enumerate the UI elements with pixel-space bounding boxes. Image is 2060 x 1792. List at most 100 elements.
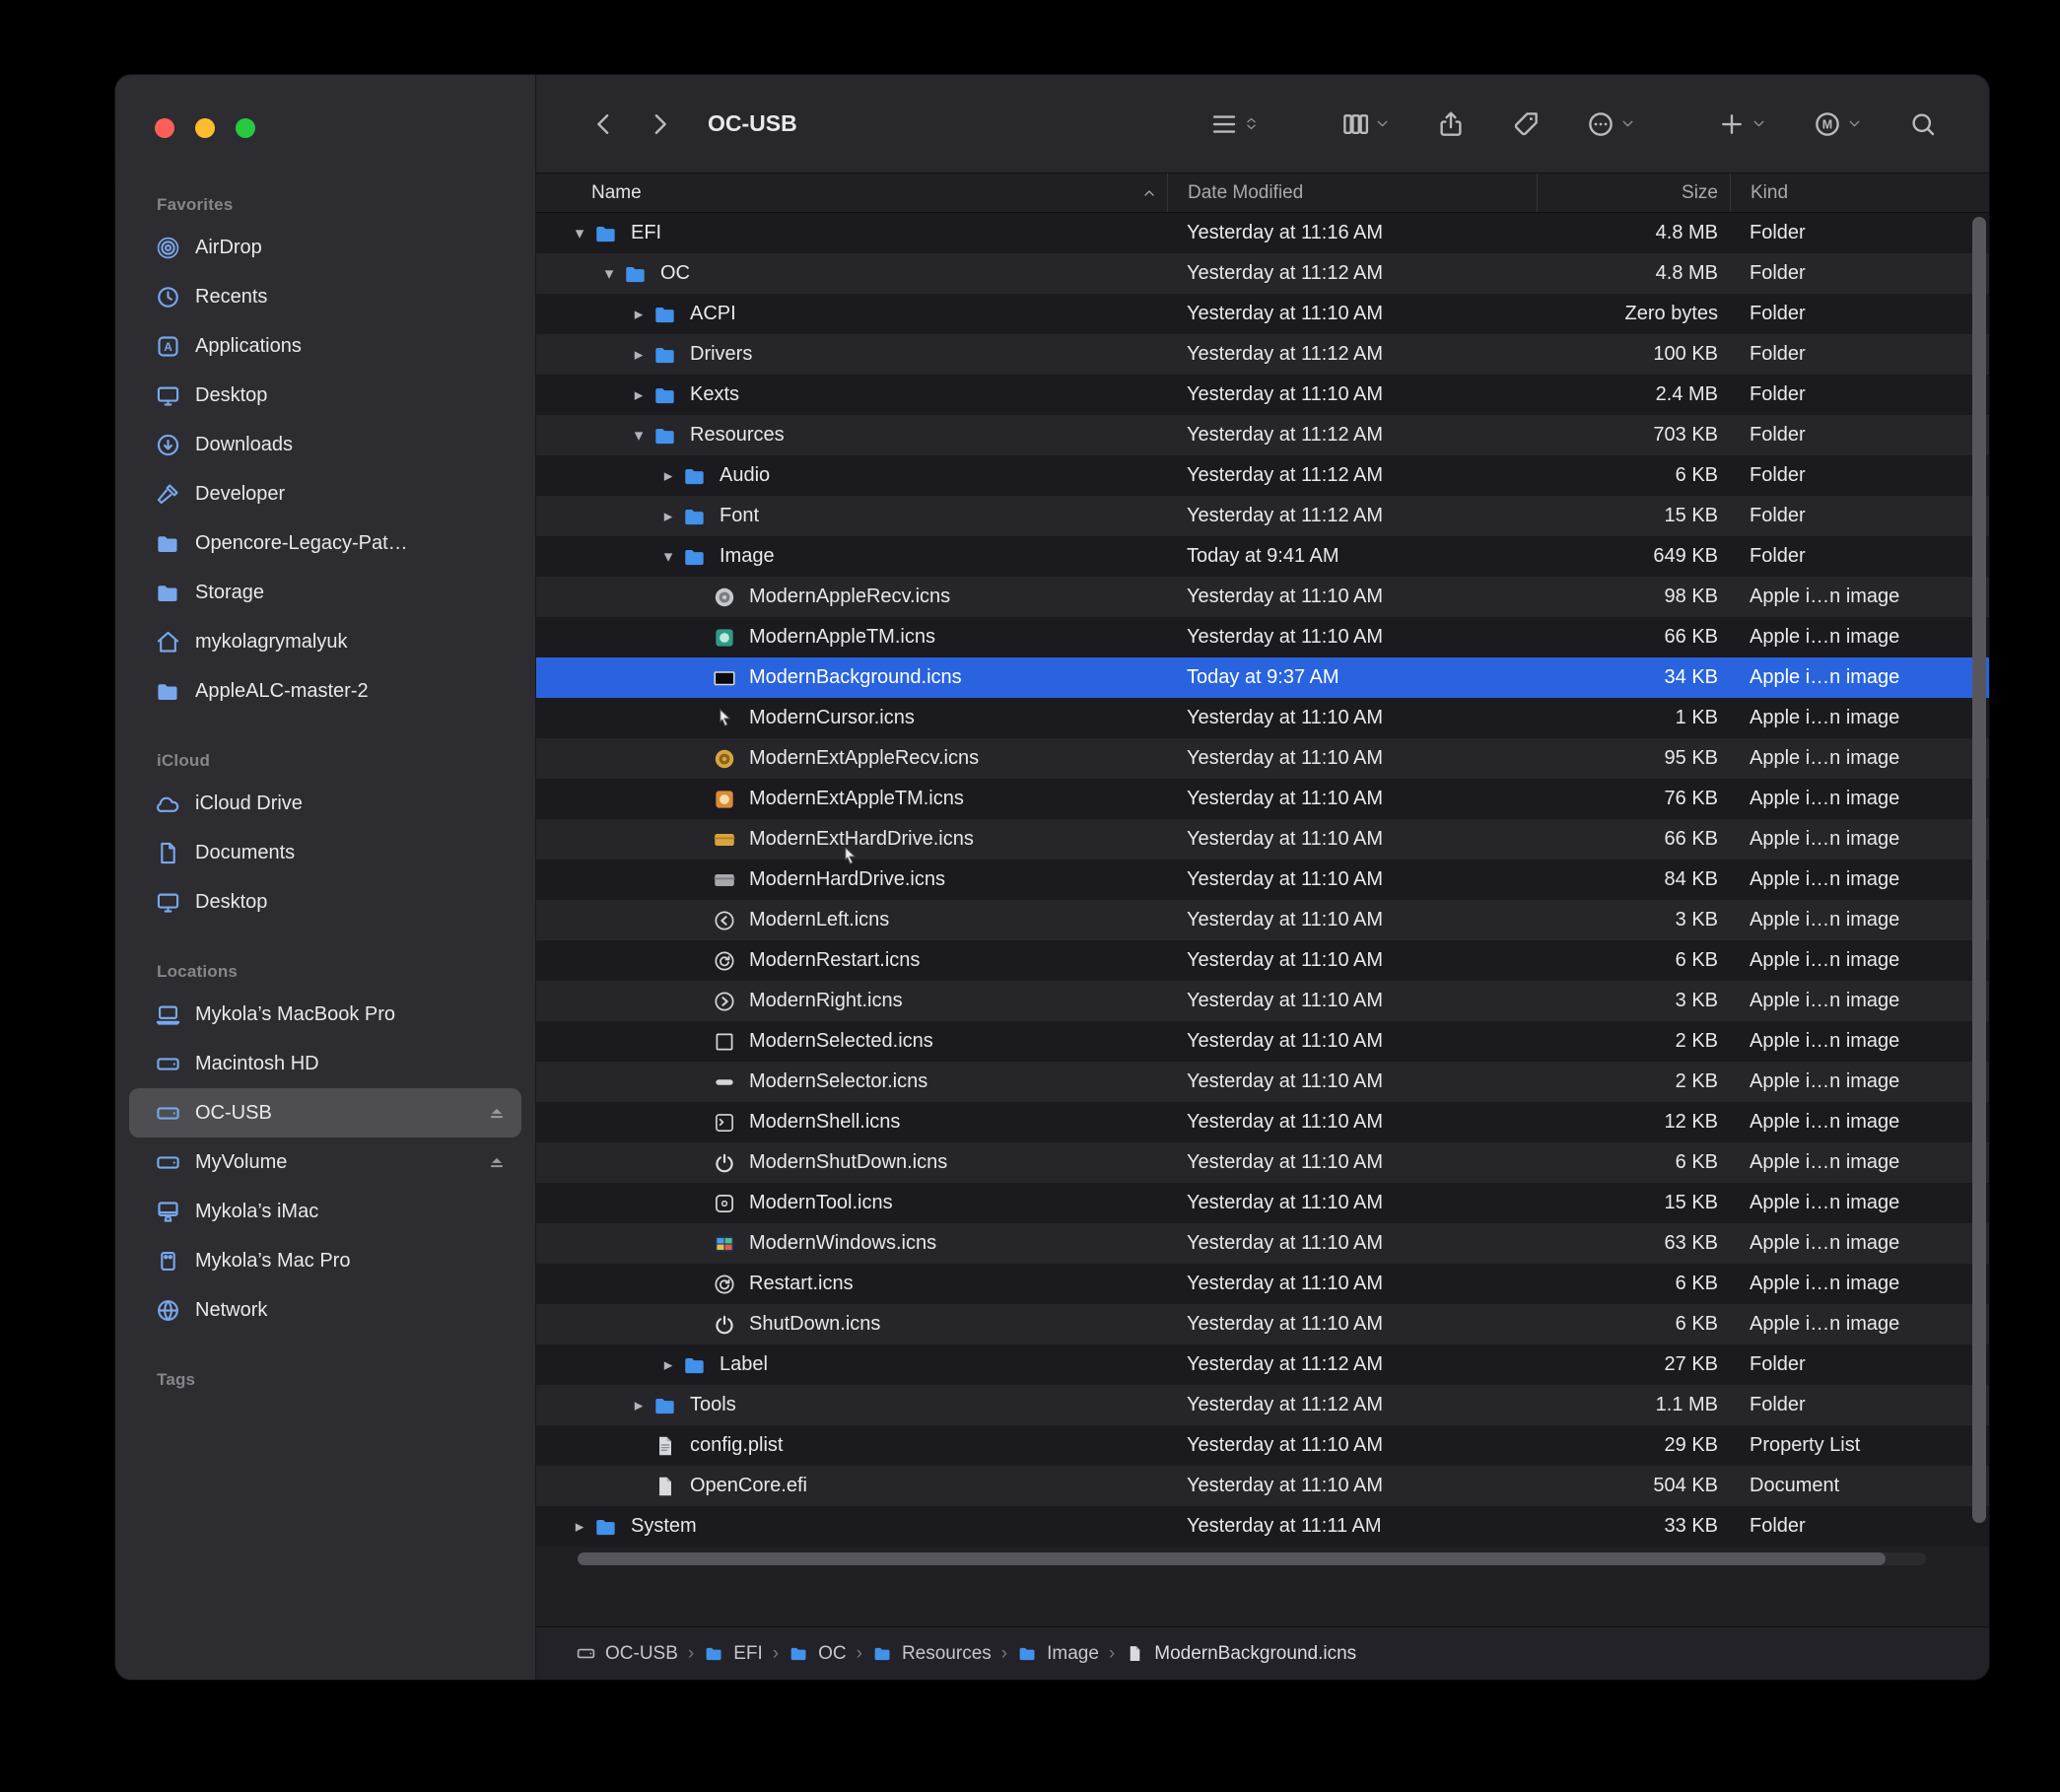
column-header-kind[interactable]: Kind — [1730, 173, 1989, 212]
sidebar-item-myvolume[interactable]: MyVolume — [129, 1137, 521, 1187]
file-row-modernleft-icns[interactable]: ModernLeft.icnsYesterday at 11:10 AM3 KB… — [536, 900, 1989, 940]
path-item-oc-usb[interactable]: OC-USB — [576, 1643, 678, 1665]
path-item-modernbackground-icns[interactable]: ModernBackground.icns — [1125, 1643, 1356, 1665]
file-row-system[interactable]: ▸SystemYesterday at 11:11 AM33 KBFolder — [536, 1506, 1989, 1547]
file-row-modernshutdown-icns[interactable]: ModernShutDown.icnsYesterday at 11:10 AM… — [536, 1142, 1989, 1183]
tags-button[interactable] — [1505, 103, 1546, 145]
file-row-audio[interactable]: ▸AudioYesterday at 11:12 AM6 KBFolder — [536, 455, 1989, 496]
sidebar-item-macintosh-hd[interactable]: Macintosh HD — [129, 1039, 521, 1088]
new-item-button[interactable] — [1711, 103, 1773, 145]
disclosure-triangle[interactable]: ▾ — [654, 547, 682, 567]
vertical-scrollbar[interactable] — [1972, 217, 1986, 1550]
disclosure-triangle[interactable]: ▸ — [625, 385, 652, 405]
disclosure-triangle[interactable]: ▸ — [625, 1396, 652, 1415]
share-button[interactable] — [1430, 103, 1472, 145]
disclosure-triangle[interactable]: ▾ — [566, 224, 593, 243]
column-header-size[interactable]: Size — [1537, 173, 1730, 212]
file-row-modernextharddrive-icns[interactable]: ModernExtHardDrive.icnsYesterday at 11:1… — [536, 819, 1989, 860]
sidebar-item-developer[interactable]: Developer — [129, 469, 521, 518]
file-row-font[interactable]: ▸FontYesterday at 11:12 AM15 KBFolder — [536, 496, 1989, 536]
file-row-shutdown-icns[interactable]: ShutDown.icnsYesterday at 11:10 AM6 KBAp… — [536, 1304, 1989, 1344]
sidebar-item-network[interactable]: Network — [129, 1285, 521, 1335]
close-window-button[interactable] — [155, 118, 174, 138]
file-row-efi[interactable]: ▾EFIYesterday at 11:16 AM4.8 MBFolder — [536, 213, 1989, 253]
forward-button[interactable] — [639, 103, 680, 145]
zoom-window-button[interactable] — [236, 118, 255, 138]
file-row-restart-icns[interactable]: Restart.icnsYesterday at 11:10 AM6 KBApp… — [536, 1264, 1989, 1304]
sidebar-item-mykola-s-mac-pro[interactable]: Mykola’s Mac Pro — [129, 1236, 521, 1285]
file-row-resources[interactable]: ▾ResourcesYesterday at 11:12 AM703 KBFol… — [536, 415, 1989, 455]
disclosure-triangle[interactable]: ▸ — [654, 1355, 682, 1375]
file-row-moderntool-icns[interactable]: ModernTool.icnsYesterday at 11:10 AM15 K… — [536, 1183, 1989, 1223]
sidebar-item-applications[interactable]: AApplications — [129, 321, 521, 371]
disclosure-triangle[interactable]: ▸ — [625, 305, 652, 324]
disclosure-triangle[interactable]: ▸ — [654, 466, 682, 486]
sidebar-item-opencore-legacy-pat[interactable]: Opencore-Legacy-Pat… — [129, 518, 521, 568]
sidebar-section-favorites: FavoritesAirDropRecentsAApplicationsDesk… — [129, 185, 521, 716]
sidebar-item-recents[interactable]: Recents — [129, 272, 521, 321]
sidebar-item-mykola-s-macbook-pro[interactable]: Mykola’s MacBook Pro — [129, 990, 521, 1039]
path-item-resources[interactable]: Resources — [872, 1643, 992, 1665]
vertical-scrollbar-thumb[interactable] — [1972, 217, 1986, 1523]
path-item-efi[interactable]: EFI — [704, 1643, 763, 1665]
path-item-oc[interactable]: OC — [789, 1643, 847, 1665]
file-row-moderncursor-icns[interactable]: ModernCursor.icnsYesterday at 11:10 AM1 … — [536, 698, 1989, 738]
file-row-modernharddrive-icns[interactable]: ModernHardDrive.icnsYesterday at 11:10 A… — [536, 860, 1989, 900]
sidebar-item-downloads[interactable]: Downloads — [129, 420, 521, 469]
sidebar-item-desktop[interactable]: Desktop — [129, 877, 521, 927]
file-row-modernapplerecv-icns[interactable]: ModernAppleRecv.icnsYesterday at 11:10 A… — [536, 577, 1989, 617]
view-mode-button[interactable] — [1203, 103, 1266, 145]
minimize-window-button[interactable] — [195, 118, 215, 138]
sidebar-item-icloud-drive[interactable]: iCloud Drive — [129, 779, 521, 828]
disclosure-triangle[interactable]: ▸ — [654, 507, 682, 526]
file-row-oc[interactable]: ▾OCYesterday at 11:12 AM4.8 MBFolder — [536, 253, 1989, 294]
file-row-image[interactable]: ▾ImageToday at 9:41 AM649 KBFolder — [536, 536, 1989, 577]
sidebar-item-storage[interactable]: Storage — [129, 568, 521, 617]
disclosure-triangle[interactable]: ▾ — [625, 426, 652, 446]
sidebar-item-oc-usb[interactable]: OC-USB — [129, 1088, 521, 1137]
more-actions-button[interactable] — [1580, 103, 1642, 145]
file-row-config-plist[interactable]: config.plistYesterday at 11:10 AM29 KBPr… — [536, 1425, 1989, 1466]
file-row-modernshell-icns[interactable]: ModernShell.icnsYesterday at 11:10 AM12 … — [536, 1102, 1989, 1142]
path-item-image[interactable]: Image — [1017, 1643, 1099, 1665]
sidebar-item-mykolagrymalyuk[interactable]: mykolagrymalyuk — [129, 617, 521, 666]
file-row-modernselected-icns[interactable]: ModernSelected.icnsYesterday at 11:10 AM… — [536, 1021, 1989, 1062]
file-row-modernselector-icns[interactable]: ModernSelector.icnsYesterday at 11:10 AM… — [536, 1062, 1989, 1102]
sidebar-item-mykola-s-imac[interactable]: Mykola’s iMac — [129, 1187, 521, 1236]
file-row-modernrestart-icns[interactable]: ModernRestart.icnsYesterday at 11:10 AM6… — [536, 940, 1989, 981]
sidebar-item-applealc-master-2[interactable]: AppleALC-master-2 — [129, 666, 521, 716]
disclosure-triangle[interactable]: ▸ — [566, 1517, 593, 1537]
search-button[interactable] — [1902, 103, 1944, 145]
sidebar-item-airdrop[interactable]: AirDrop — [129, 223, 521, 272]
sidebar-item-documents[interactable]: Documents — [129, 828, 521, 877]
group-by-button[interactable] — [1335, 103, 1397, 145]
file-row-acpi[interactable]: ▸ACPIYesterday at 11:10 AMZero bytesFold… — [536, 294, 1989, 334]
disk-icon — [155, 1051, 181, 1077]
file-row-opencore-efi[interactable]: OpenCore.efiYesterday at 11:10 AM504 KBD… — [536, 1466, 1989, 1506]
file-size: 3 KB — [1537, 990, 1730, 1012]
disclosure-triangle[interactable]: ▾ — [595, 264, 623, 284]
sort-ascending-icon — [1141, 185, 1157, 201]
horizontal-scrollbar-thumb[interactable] — [578, 1552, 1886, 1565]
file-row-modernright-icns[interactable]: ModernRight.icnsYesterday at 11:10 AM3 K… — [536, 981, 1989, 1021]
file-row-kexts[interactable]: ▸KextsYesterday at 11:10 AM2.4 MBFolder — [536, 375, 1989, 415]
file-row-modernappletm-icns[interactable]: ModernAppleTM.icnsYesterday at 11:10 AM6… — [536, 617, 1989, 657]
file-row-drivers[interactable]: ▸DriversYesterday at 11:12 AM100 KBFolde… — [536, 334, 1989, 375]
folder-icon — [155, 530, 181, 557]
file-row-modernbackground-icns[interactable]: ModernBackground.icnsToday at 9:37 AM34 … — [536, 657, 1989, 698]
back-button[interactable] — [584, 103, 625, 145]
account-button[interactable]: M — [1807, 103, 1869, 145]
file-row-tools[interactable]: ▸ToolsYesterday at 11:12 AM1.1 MBFolder — [536, 1385, 1989, 1425]
disclosure-triangle[interactable]: ▸ — [625, 345, 652, 365]
horizontal-scrollbar[interactable] — [578, 1552, 1926, 1565]
file-name: OC — [660, 262, 690, 285]
file-row-modernextappletm-icns[interactable]: ModernExtAppleTM.icnsYesterday at 11:10 … — [536, 779, 1989, 819]
file-row-label[interactable]: ▸LabelYesterday at 11:12 AM27 KBFolder — [536, 1344, 1989, 1385]
column-header-name[interactable]: Name — [536, 173, 1167, 212]
file-row-modernwindows-icns[interactable]: ModernWindows.icnsYesterday at 11:10 AM6… — [536, 1223, 1989, 1264]
file-row-modernextapplerecv-icns[interactable]: ModernExtAppleRecv.icnsYesterday at 11:1… — [536, 738, 1989, 779]
sidebar-item-label: Desktop — [195, 384, 508, 407]
sidebar-item-desktop[interactable]: Desktop — [129, 371, 521, 420]
column-header-date-modified[interactable]: Date Modified — [1167, 173, 1537, 212]
folder-icon — [652, 382, 678, 408]
